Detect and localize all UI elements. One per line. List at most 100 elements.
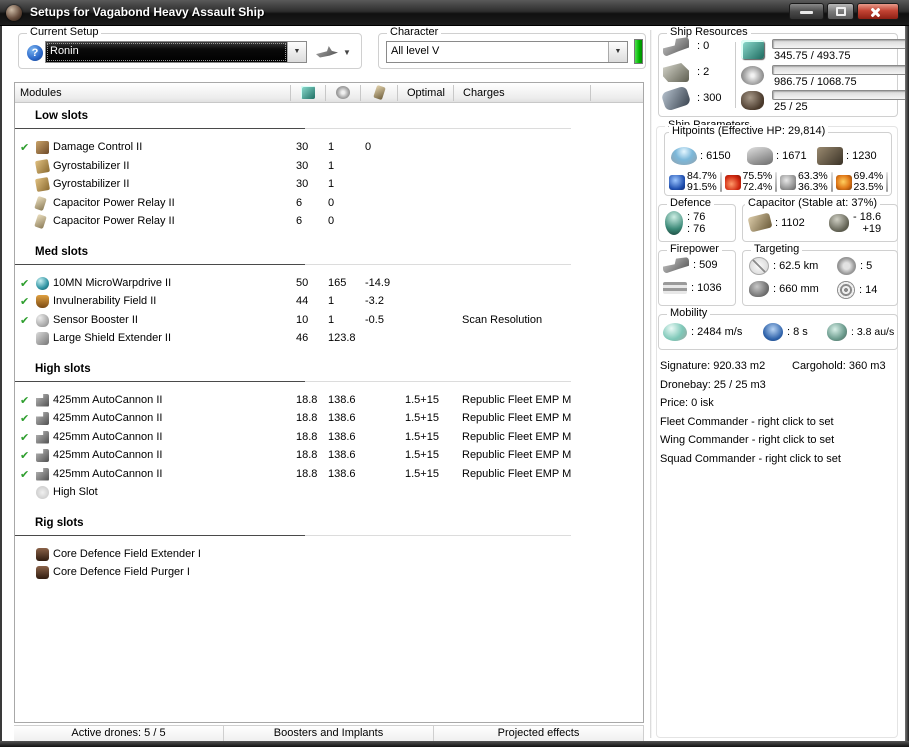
cpu-column-icon[interactable] — [301, 86, 315, 99]
setup-combobox[interactable]: Ronin — [45, 41, 307, 63]
module-row[interactable]: High Slot — [15, 484, 643, 503]
active-check-icon — [20, 468, 29, 481]
close-button[interactable] — [857, 3, 899, 20]
slot-group-rows: Damage Control II 30 1 0 — [15, 139, 643, 232]
module-cpu-value: 50 — [296, 276, 309, 289]
module-row[interactable]: Sensor Booster II 10 1 -0.5 Scan Resolut… — [15, 312, 643, 331]
info-line[interactable]: Wing Commander - right click to set — [660, 431, 900, 450]
slot-group: Rig slots Core Defence Field Extender I — [15, 517, 643, 583]
module-row[interactable]: Invulnerability Field II 44 1 -3.2 — [15, 293, 643, 312]
armor-resist-value: 91.5% — [687, 181, 717, 193]
module-icon — [36, 449, 49, 462]
powergrid-column-icon[interactable] — [336, 86, 350, 99]
window-border-left — [0, 26, 2, 747]
ship-menu-button[interactable] — [316, 45, 351, 58]
module-row[interactable]: 10MN MicroWarpdrive II 50 165 -14.9 — [15, 275, 643, 294]
module-icon — [36, 313, 49, 327]
module-row[interactable]: Gyrostabilizer II 30 1 — [15, 176, 643, 195]
slot-group-title: High slots — [35, 362, 91, 375]
capacitor-drain-value: - 18.6 — [853, 211, 882, 223]
firepower-title: Firepower — [667, 243, 722, 255]
module-row[interactable]: 425mm AutoCannon II 18.8 138.6 1.5+15 Re… — [15, 429, 643, 448]
module-optimal-value: 1.5+15 — [405, 467, 439, 480]
resource-bar-value: 345.75 / 493.75 — [774, 50, 851, 62]
module-row[interactable]: Core Defence Field Extender I — [15, 546, 643, 565]
sensor-strength-value: : 14 — [859, 284, 878, 296]
hp-value: : 1671 — [776, 150, 807, 162]
hp-value: : 1230 — [846, 150, 877, 162]
minimize-button[interactable] — [789, 3, 824, 20]
titlebar[interactable]: Setups for Vagabond Heavy Assault Ship — [0, 0, 909, 26]
module-row[interactable]: 425mm AutoCannon II 18.8 138.6 1.5+15 Re… — [15, 447, 643, 466]
bottom-tab[interactable]: Boosters and Implants — [224, 725, 434, 742]
column-optimal[interactable]: Optimal — [407, 87, 445, 99]
module-powergrid-value: 0 — [328, 196, 335, 209]
active-check-icon — [20, 412, 29, 425]
capacitor-column-icon[interactable] — [373, 84, 386, 101]
vertical-divider — [650, 30, 652, 738]
module-icon — [34, 213, 47, 230]
resource-bar-row: 345.75 / 493.75 — [741, 38, 909, 64]
column-charges[interactable]: Charges — [463, 87, 505, 99]
character-skill-bar — [634, 39, 643, 64]
module-row[interactable]: 425mm AutoCannon II 18.8 138.6 1.5+15 Re… — [15, 392, 643, 411]
character-dropdown-arrow-icon[interactable] — [608, 42, 627, 62]
module-charge: Republic Fleet EMP M — [462, 412, 572, 424]
modules-table-header[interactable]: Modules Optimal Charges — [15, 83, 643, 103]
resource-bar-value: 25 / 25 — [774, 101, 808, 113]
module-icon — [36, 547, 49, 561]
ship-info-block: Signature: 920.33 m2 Cargohold: 360 m3 D… — [660, 357, 900, 468]
module-optimal-value: 1.5+15 — [405, 430, 439, 443]
armor-resist-value: 23.5% — [853, 181, 884, 193]
module-name: Capacitor Power Relay II — [53, 215, 175, 227]
bottom-tab[interactable]: Active drones: 5 / 5 — [14, 725, 224, 742]
column-modules[interactable]: Modules — [20, 87, 62, 99]
character-combobox[interactable]: All level V — [386, 41, 628, 63]
capacitor-group: Capacitor (Stable at: 37%) : 1102 - 18.6… — [742, 197, 898, 242]
module-row[interactable]: Capacitor Power Relay II 6 0 — [15, 213, 643, 232]
module-name: Damage Control II — [53, 141, 143, 153]
modules-panel: Modules Optimal Charges Low slots ✔ Dama… — [14, 82, 644, 723]
volley-turret-icon — [663, 257, 689, 273]
module-cpu-value: 30 — [296, 178, 309, 190]
info-line[interactable]: Dronebay: 25 / 25 m3 — [660, 376, 900, 395]
help-icon[interactable] — [27, 45, 43, 61]
module-capacitor-value: -14.9 — [365, 276, 391, 289]
module-powergrid-value: 1 — [328, 159, 335, 172]
maximize-button[interactable] — [827, 3, 854, 20]
module-row[interactable]: 425mm AutoCannon II 18.8 138.6 1.5+15 Re… — [15, 410, 643, 429]
eft-window: Setups for Vagabond Heavy Assault Ship C… — [0, 0, 909, 747]
resist-cell: 75.5% 72.4% — [724, 171, 781, 193]
armor-resist-value: 72.4% — [742, 181, 773, 193]
resist-cell: 69.4% 23.5% — [835, 171, 892, 193]
resource-slot-value: : 2 — [697, 66, 710, 78]
active-check-icon — [20, 277, 29, 290]
module-name: 10MN MicroWarpdrive II — [53, 276, 172, 289]
slot-group-underline — [15, 128, 571, 129]
info-line[interactable]: Fleet Commander - right click to set — [660, 413, 900, 432]
module-cpu-value: 18.8 — [296, 449, 318, 461]
info-line[interactable]: Squad Commander - right click to set — [660, 450, 900, 469]
module-powergrid-value: 138.6 — [328, 430, 356, 443]
module-row[interactable]: Large Shield Extender II 46 123.8 — [15, 330, 643, 349]
character-label: Character — [387, 26, 442, 38]
module-icon — [36, 467, 49, 481]
slot-group-underline — [15, 380, 571, 382]
module-row[interactable]: Core Defence Field Purger I — [15, 564, 643, 583]
info-line[interactable]: Price: 0 isk — [660, 394, 900, 413]
bottom-tab[interactable]: Projected effects — [434, 725, 644, 742]
hp-cell: : 1230 — [817, 147, 877, 165]
module-row[interactable]: Gyrostabilizer II 30 1 — [15, 158, 643, 177]
resource-bar-icon — [741, 65, 764, 85]
module-name: 425mm AutoCannon II — [53, 467, 163, 480]
chevron-down-icon — [343, 46, 351, 58]
slot-group: High slots 425mm AutoCannon II 18.8 138.… — [15, 363, 643, 503]
resource-bar-track — [772, 90, 909, 100]
module-row[interactable]: Capacitor Power Relay II 6 0 — [15, 195, 643, 214]
module-cpu-value: 30 — [296, 159, 309, 172]
signature-value: Signature: 920.33 m2 — [660, 360, 766, 372]
module-row[interactable]: 425mm AutoCannon II 18.8 138.6 1.5+15 Re… — [15, 466, 643, 485]
module-name: Gyrostabilizer II — [53, 159, 130, 172]
module-row[interactable]: Damage Control II 30 1 0 — [15, 139, 643, 158]
setup-dropdown-arrow-icon[interactable] — [287, 42, 306, 62]
